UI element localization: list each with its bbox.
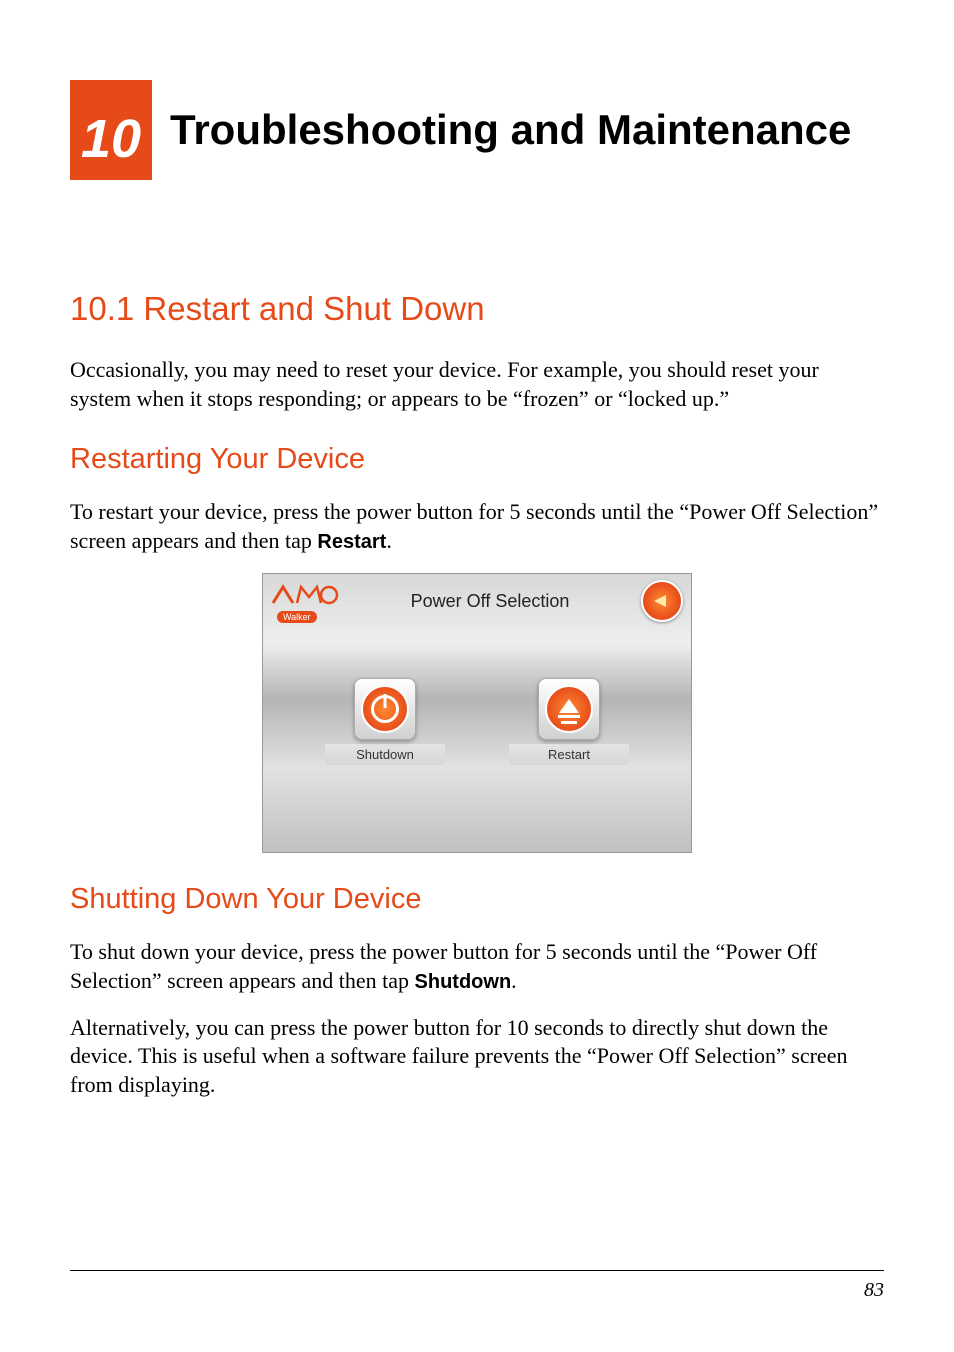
restart-text-after: . (386, 528, 392, 553)
device-buttons-row: Shutdown Restart (263, 678, 691, 765)
back-arrow-icon (654, 595, 666, 607)
restart-button[interactable] (538, 678, 600, 740)
chapter-number-badge: 10 (70, 80, 152, 180)
shutdown-p1-after: . (511, 968, 517, 993)
mio-walker-badge: Walker (277, 611, 317, 623)
shutdown-button[interactable] (354, 678, 416, 740)
page-footer: 83 (70, 1270, 884, 1302)
restart-icon (545, 685, 593, 733)
restart-label: Restart (509, 744, 629, 765)
chapter-title: Troubleshooting and Maintenance (170, 106, 884, 154)
shutdown-instruction-1: To shut down your device, press the powe… (70, 938, 884, 995)
restart-button-group: Restart (509, 678, 629, 765)
shutdown-icon (361, 685, 409, 733)
shutdown-button-group: Shutdown (325, 678, 445, 765)
device-screenshot: Walker Power Off Selection Shutdown (262, 573, 692, 853)
page-number: 83 (70, 1279, 884, 1302)
power-off-title: Power Off Selection (411, 591, 570, 612)
restart-heading: Restarting Your Device (70, 443, 884, 476)
footer-divider (70, 1270, 884, 1271)
device-topbar: Walker Power Off Selection (263, 574, 691, 628)
shutdown-label: Shutdown (325, 744, 445, 765)
mio-logo: Walker (271, 579, 343, 623)
shutdown-heading: Shutting Down Your Device (70, 883, 884, 916)
shutdown-p1-bold: Shutdown (415, 971, 512, 993)
section-intro-text: Occasionally, you may need to reset your… (70, 356, 884, 413)
back-button[interactable] (641, 580, 683, 622)
mio-logo-icon (271, 579, 343, 609)
restart-bold: Restart (317, 531, 386, 553)
chapter-header: 10 Troubleshooting and Maintenance (70, 80, 884, 180)
restart-text-before: To restart your device, press the power … (70, 499, 878, 553)
restart-instruction: To restart your device, press the power … (70, 498, 884, 555)
shutdown-instruction-2: Alternatively, you can press the power b… (70, 1014, 884, 1100)
section-heading: 10.1 Restart and Shut Down (70, 290, 884, 328)
